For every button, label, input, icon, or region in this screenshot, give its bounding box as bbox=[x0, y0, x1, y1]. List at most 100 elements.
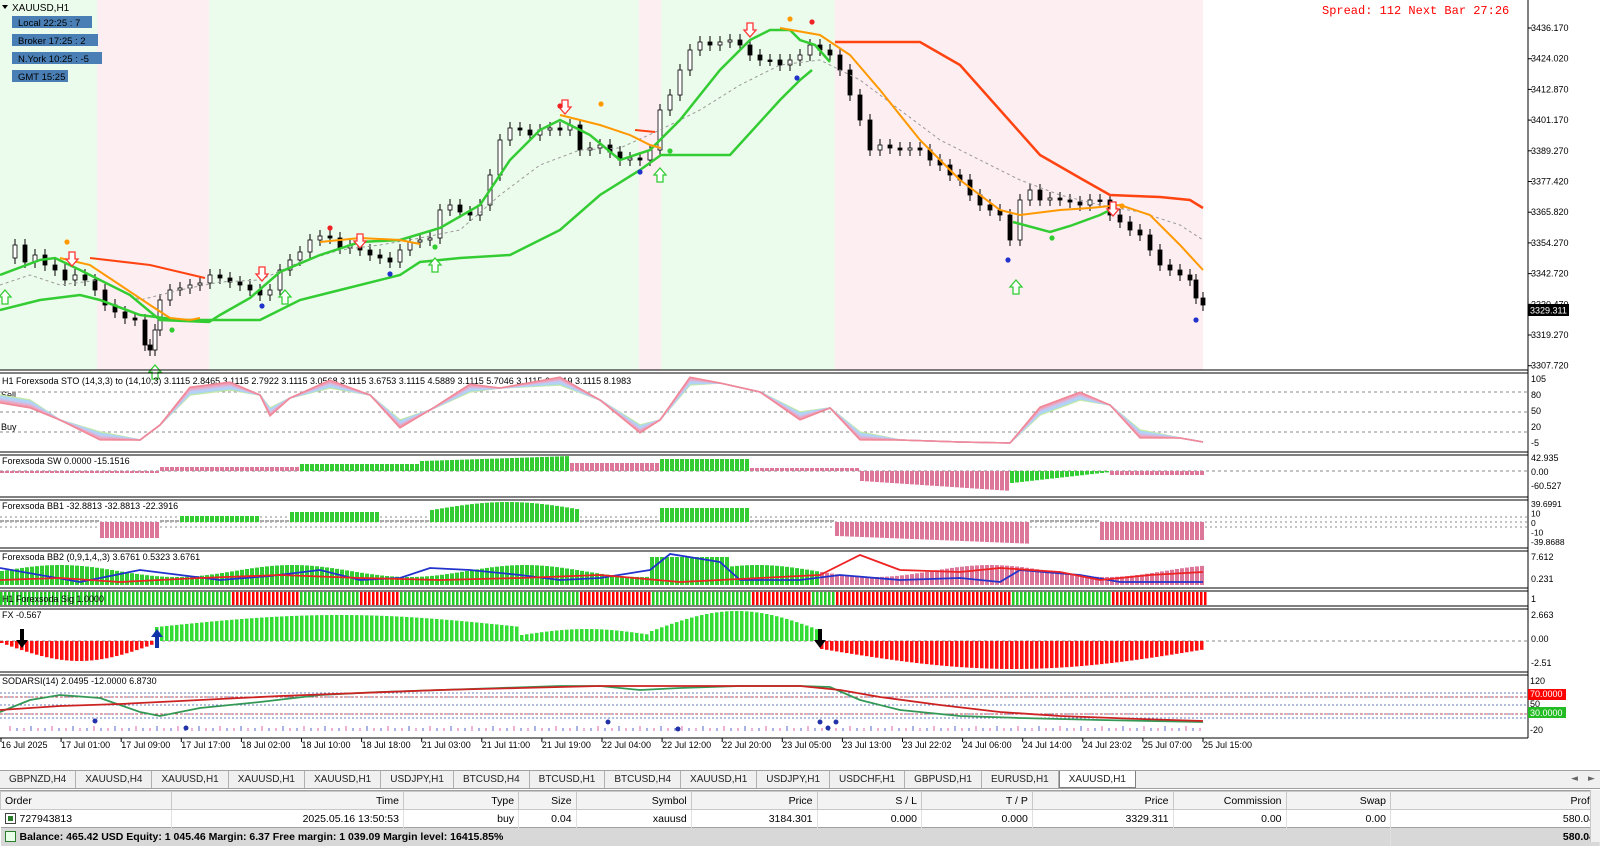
bb1-histogram-bar bbox=[1130, 522, 1134, 540]
tab-btcusd-h4-6[interactable]: BTCUSD,H4 bbox=[454, 771, 530, 788]
tab-btcusd-h1-7[interactable]: BTCUSD,H1 bbox=[530, 771, 606, 788]
bb1-histogram-bar bbox=[1005, 522, 1009, 543]
candle-body bbox=[457, 204, 463, 213]
sw-histogram-bar bbox=[500, 458, 504, 471]
column-header-commission-9[interactable]: Commission bbox=[1172, 791, 1287, 810]
sw-histogram-bar bbox=[400, 464, 404, 471]
tab-usdchf-h1-11[interactable]: USDCHF,H1 bbox=[830, 771, 906, 788]
fx-histogram-bar bbox=[35, 641, 39, 655]
chart-area[interactable]: XAUUSD,H1 Local 22:25 : 7 Broker 17:25 : 2… bbox=[0, 0, 1600, 770]
sig-bar bbox=[516, 592, 519, 605]
sig-bar bbox=[836, 592, 839, 605]
order-value-order: 727943813 bbox=[19, 812, 73, 825]
bb2-histogram-bar bbox=[650, 557, 654, 585]
price-tick-label: 3307.720 bbox=[1531, 361, 1569, 371]
sw-histogram-bar bbox=[1170, 471, 1174, 475]
bb1-tick: 10 bbox=[1531, 509, 1541, 519]
fx-histogram-bar bbox=[230, 619, 234, 641]
tab-xauusd-h4-1[interactable]: XAUUSD,H4 bbox=[76, 771, 153, 788]
column-header-price-5[interactable]: Price bbox=[690, 791, 818, 810]
sig-bar bbox=[240, 592, 243, 605]
bb1-histogram-bar bbox=[765, 520, 769, 522]
bb1-histogram-bar bbox=[595, 520, 599, 522]
column-header-size-3[interactable]: Size bbox=[518, 791, 577, 810]
candle-body bbox=[247, 284, 253, 291]
bb1-histogram-bar bbox=[500, 502, 504, 522]
sig-bar bbox=[1060, 592, 1063, 605]
balance-row[interactable]: Balance: 465.42 USD Equity: 1 045.46 Mar… bbox=[0, 827, 1600, 846]
sw-histogram-bar bbox=[1110, 471, 1114, 475]
fx-histogram-bar bbox=[375, 615, 379, 641]
sw-histogram-bar bbox=[130, 471, 134, 473]
sig-tick: 1 bbox=[1531, 594, 1536, 604]
sig-bar bbox=[760, 592, 763, 605]
tab-eurusd-h1-13[interactable]: EURUSD,H1 bbox=[982, 771, 1059, 788]
bb2-histogram-bar bbox=[980, 565, 984, 585]
column-header-time-1[interactable]: Time bbox=[170, 791, 404, 810]
bb1-histogram-bar bbox=[515, 502, 519, 522]
bb1-histogram-bar bbox=[950, 522, 954, 541]
tab-gbpusd-h1-12[interactable]: GBPUSD,H1 bbox=[905, 771, 982, 788]
fx-histogram-bar bbox=[220, 620, 224, 641]
column-header-order-0[interactable]: Order bbox=[0, 791, 172, 810]
column-header-swap-10[interactable]: Swap bbox=[1285, 791, 1391, 810]
candle-body bbox=[1057, 197, 1063, 201]
tab-xauusd-h1-4[interactable]: XAUUSD,H1 bbox=[305, 771, 382, 788]
sig-bar bbox=[224, 592, 227, 605]
bb2-histogram-bar bbox=[1105, 576, 1109, 585]
sw-histogram-bar bbox=[575, 463, 579, 471]
bb2-histogram-bar bbox=[500, 566, 504, 585]
column-header-price-8[interactable]: Price bbox=[1031, 791, 1174, 810]
fx-histogram-bar bbox=[620, 631, 624, 641]
tab-usdjpy-h1-10[interactable]: USDJPY,H1 bbox=[757, 771, 831, 788]
fx-histogram-bar bbox=[850, 641, 854, 654]
column-header-type-2[interactable]: Type bbox=[402, 791, 520, 810]
bb2-histogram-bar bbox=[55, 565, 59, 585]
sw-histogram-bar bbox=[410, 464, 414, 471]
tab-btcusd-h4-8[interactable]: BTCUSD,H4 bbox=[605, 771, 682, 788]
sig-bar bbox=[636, 592, 639, 605]
sw-histogram-bar bbox=[1040, 471, 1044, 480]
tab-xauusd-h1-14[interactable]: XAUUSD,H1 bbox=[1058, 771, 1136, 788]
bb1-histogram-bar bbox=[305, 512, 309, 522]
tab-gbpnzd-h4-0[interactable]: GBPNZD,H4 bbox=[0, 771, 77, 788]
sig-bar bbox=[752, 592, 755, 605]
sig-bar bbox=[984, 592, 987, 605]
scroll-left-icon[interactable]: ◄ bbox=[1566, 771, 1583, 788]
rsi-signal-dot bbox=[825, 725, 831, 731]
sig-bar bbox=[916, 592, 919, 605]
order-row[interactable]: 727943813 2025.05.16 13:50:53 buy 0.04 xauus… bbox=[0, 809, 1600, 828]
sig-bar bbox=[576, 592, 579, 605]
sig-bar bbox=[204, 592, 207, 605]
bb2-histogram-bar bbox=[965, 566, 969, 585]
tab-usdjpy-h1-5[interactable]: USDJPY,H1 bbox=[381, 771, 454, 788]
fx-histogram-bar bbox=[915, 641, 919, 663]
fx-histogram-bar bbox=[460, 621, 464, 641]
column-header-symbol-4[interactable]: Symbol bbox=[575, 791, 692, 810]
candle-body bbox=[657, 109, 663, 151]
tab-xauusd-h1-9[interactable]: XAUUSD,H1 bbox=[681, 771, 758, 788]
sw-histogram-bar bbox=[645, 463, 649, 471]
tab-scroll-buttons[interactable]: ◄ ► bbox=[1566, 771, 1600, 788]
column-header-profit-11[interactable]: Profit bbox=[1389, 791, 1600, 810]
chart-canvas[interactable]: XAUUSD,H1 Local 22:25 : 7 Broker 17:25 : 2… bbox=[0, 0, 1600, 770]
fx-histogram-bar bbox=[530, 633, 534, 641]
bb2-histogram-bar bbox=[505, 565, 509, 585]
fx-histogram-bar bbox=[990, 641, 994, 669]
tab-xauusd-h1-3[interactable]: XAUUSD,H1 bbox=[229, 771, 305, 788]
sig-bar bbox=[328, 592, 331, 605]
bb2-tick: 0.231 bbox=[1531, 574, 1554, 584]
terminal-scrollbar[interactable] bbox=[1590, 790, 1600, 842]
sw-histogram-bar bbox=[730, 459, 734, 471]
sw-histogram-bar bbox=[815, 468, 819, 471]
sig-bar bbox=[1132, 592, 1135, 605]
tab-xauusd-h1-2[interactable]: XAUUSD,H1 bbox=[152, 771, 229, 788]
column-header-s-l-6[interactable]: S / L bbox=[816, 791, 922, 810]
scroll-right-icon[interactable]: ► bbox=[1583, 771, 1600, 788]
fx-histogram-bar bbox=[1040, 641, 1044, 669]
sig-bar bbox=[1040, 592, 1043, 605]
column-header-t-p-7[interactable]: T / P bbox=[920, 791, 1033, 810]
order-cell-sl: 0.000 bbox=[817, 809, 922, 828]
bb1-histogram-bar bbox=[725, 508, 729, 522]
fx-histogram-bar bbox=[685, 618, 689, 641]
